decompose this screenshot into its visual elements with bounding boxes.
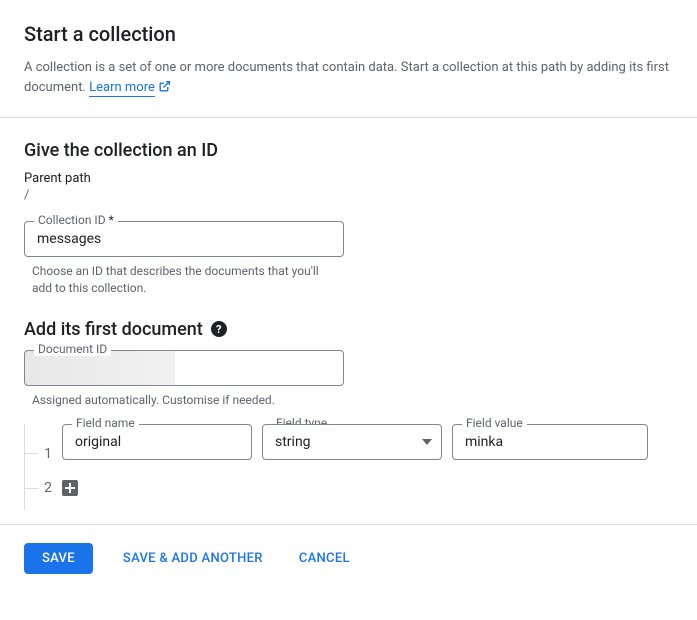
field-value-col: Field value [452,424,648,460]
field-name-label: Field name [72,416,139,430]
parent-path-label: Parent path [24,171,673,186]
add-field-button[interactable] [62,480,78,496]
collection-id-heading: Give the collection an ID [24,140,673,161]
document-id-label: Document ID [34,342,111,356]
document-id-field: Document ID [24,350,344,386]
document-id-helper: Assigned automatically. Customise if nee… [32,392,332,409]
save-button[interactable]: SAVE [24,543,93,574]
dialog-footer: SAVE SAVE & ADD ANOTHER CANCEL [0,524,697,602]
field-type-select[interactable] [262,424,442,460]
collection-id-field: Collection ID * [24,221,344,257]
collection-id-helper: Choose an ID that describes the document… [32,263,332,297]
start-collection-dialog: Start a collection A collection is a set… [0,0,697,602]
parent-path-value: / [24,188,673,203]
plus-icon [65,483,75,493]
cancel-button[interactable]: CANCEL [293,543,356,574]
external-link-icon [158,80,171,100]
field-connector: 1 [24,424,52,462]
first-document-heading: Add its first document ? [24,319,673,340]
field-index: 2 [44,480,52,496]
learn-more-link[interactable]: Learn more [89,80,155,97]
dialog-description: A collection is a set of one or more doc… [24,58,673,99]
dialog-header: Start a collection A collection is a set… [0,0,697,117]
collection-id-label: Collection ID * [34,213,118,227]
field-name-col: Field name [62,424,252,460]
field-value-label: Field value [462,416,527,430]
field-connector: 2 [24,480,52,496]
add-field-row: 2 [24,480,673,496]
dialog-body: Give the collection an ID Parent path / … [0,118,697,524]
dialog-title: Start a collection [24,22,673,46]
help-icon[interactable]: ? [211,321,227,337]
field-index: 1 [44,446,52,462]
fields-area: 1 Field name Field type Field value [24,424,673,496]
save-and-add-another-button[interactable]: SAVE & ADD ANOTHER [117,543,269,574]
field-row: 1 Field name Field type Field value [24,424,673,462]
field-type-col: Field type [262,424,442,460]
